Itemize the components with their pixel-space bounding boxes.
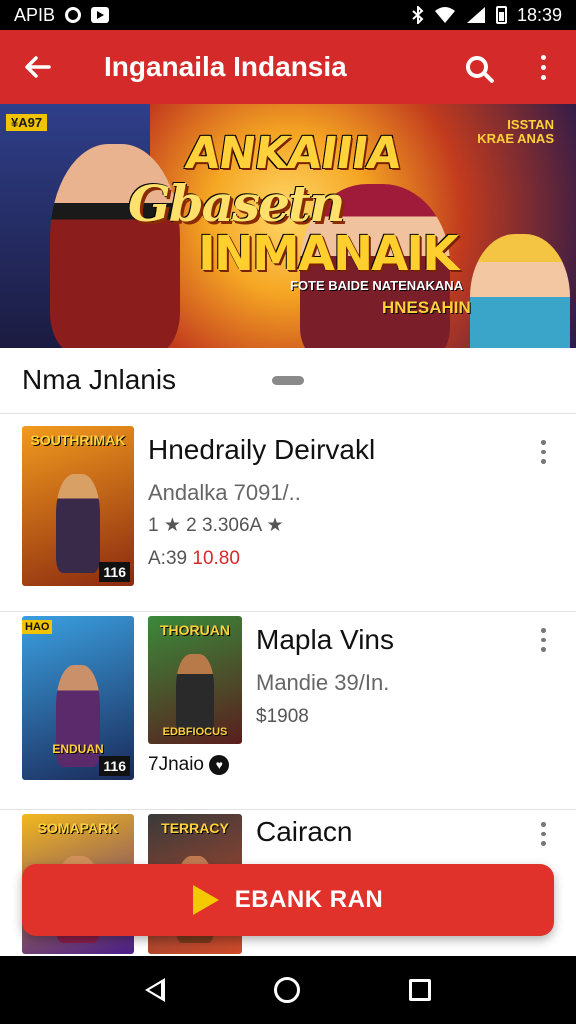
drag-handle[interactable] [272, 376, 304, 385]
signal-icon [466, 7, 485, 23]
cover-caption: ENDUAN [52, 742, 104, 756]
cover-title: SOUTHRIMAK [30, 432, 126, 448]
bluetooth-icon [412, 6, 424, 24]
more-options-button[interactable] [510, 30, 576, 104]
item-subtitle: Andalka 7091/.. [148, 480, 301, 505]
back-triangle-icon[interactable] [144, 978, 165, 1002]
item-cover: SOUTHRIMAK 116 [22, 426, 134, 586]
item-rating: 1 ★ 2 3.306A ★ [148, 515, 284, 536]
status-carrier-text: APIB [14, 4, 56, 25]
arrow-left-icon [25, 56, 51, 78]
cover-figure [176, 654, 214, 734]
cover-title: TERRACY [161, 820, 229, 836]
item-title: Mapla Vins [256, 624, 395, 655]
recents-square-icon[interactable] [409, 979, 432, 1001]
item-menu-button[interactable] [538, 822, 548, 847]
banner-tag-right: ISSTAN KRAE ANAS [477, 117, 554, 147]
system-nav-bar [0, 956, 576, 1024]
item-price: $1908 [256, 706, 309, 727]
home-circle-icon[interactable] [273, 977, 300, 1003]
item-title: Cairacn [256, 816, 353, 847]
list-item[interactable]: SOUTHRIMAK 116 Hnedraily Deirvakl Andalk… [0, 414, 576, 612]
heart-icon: ♥ [209, 754, 230, 775]
status-bar: APIB 18:39 [0, 0, 576, 30]
status-time: 18:39 [516, 4, 562, 25]
record-icon [65, 7, 82, 23]
play-now-label: EBANK RAN [234, 886, 384, 913]
item-title: Hnedraily Deirvakl [148, 434, 376, 465]
banner-subtitle: FOTE BAIDE NATENAKANA [290, 278, 464, 293]
item-menu-button[interactable] [538, 440, 548, 465]
list-item[interactable]: HAO ENDUAN 116 THORUAN EDBFIOCUS 7Jnaio … [0, 612, 576, 810]
item-cover: THORUAN EDBFIOCUS [148, 616, 242, 744]
cover-caption: EDBFIOCUS [162, 726, 228, 738]
more-vert-icon [540, 822, 546, 847]
cover-title: SOMAPARK [37, 820, 119, 836]
caption-text: 7Jnaio [148, 754, 204, 775]
search-icon [466, 56, 488, 78]
back-button[interactable] [0, 30, 76, 104]
item-menu-button[interactable] [538, 628, 548, 653]
cover-figure [55, 474, 101, 574]
banner-subtitle: HNESAHIN [382, 298, 471, 317]
age-rating-badge: 116 [99, 562, 130, 582]
banner-hero-figure [470, 234, 570, 348]
play-icon [192, 885, 219, 915]
item-cover: HAO ENDUAN 116 [22, 616, 134, 780]
price-original: A:39 [148, 548, 188, 569]
age-rating-badge: 116 [99, 756, 130, 776]
search-button[interactable] [444, 30, 510, 104]
cover-title: THORUAN [160, 622, 230, 638]
banner-title-line: ANKAIIIA [182, 128, 404, 179]
app-title: Inganaila Indansia [104, 51, 347, 82]
play-now-button[interactable]: EBANK RAN [22, 864, 554, 936]
more-vert-icon [540, 54, 546, 80]
cover-tag: HAO [22, 620, 53, 634]
item-caption: 7Jnaio ♥ [148, 754, 230, 776]
item-price: A:39 10.80 [148, 548, 240, 570]
battery-icon [495, 6, 507, 24]
banner-title-line: INMANAIK [198, 226, 459, 282]
more-vert-icon [540, 440, 546, 465]
wifi-icon [434, 7, 455, 23]
banner-title-line: Gbasetn [128, 174, 345, 233]
section-header: Nma Jnlanis [0, 348, 576, 414]
app-bar: Inganaila Indansia [0, 30, 576, 104]
banner-tag: ¥A97 [6, 114, 48, 131]
item-subtitle: Mandie 39/In. [256, 670, 390, 695]
play-box-icon [91, 7, 110, 23]
promo-banner[interactable]: ¥A97 ISSTAN KRAE ANAS ANKAIIIA Gbasetn I… [0, 104, 576, 348]
more-vert-icon [540, 628, 546, 653]
section-title: Nma Jnlanis [22, 364, 177, 395]
price-sale: 10.80 [192, 548, 240, 569]
